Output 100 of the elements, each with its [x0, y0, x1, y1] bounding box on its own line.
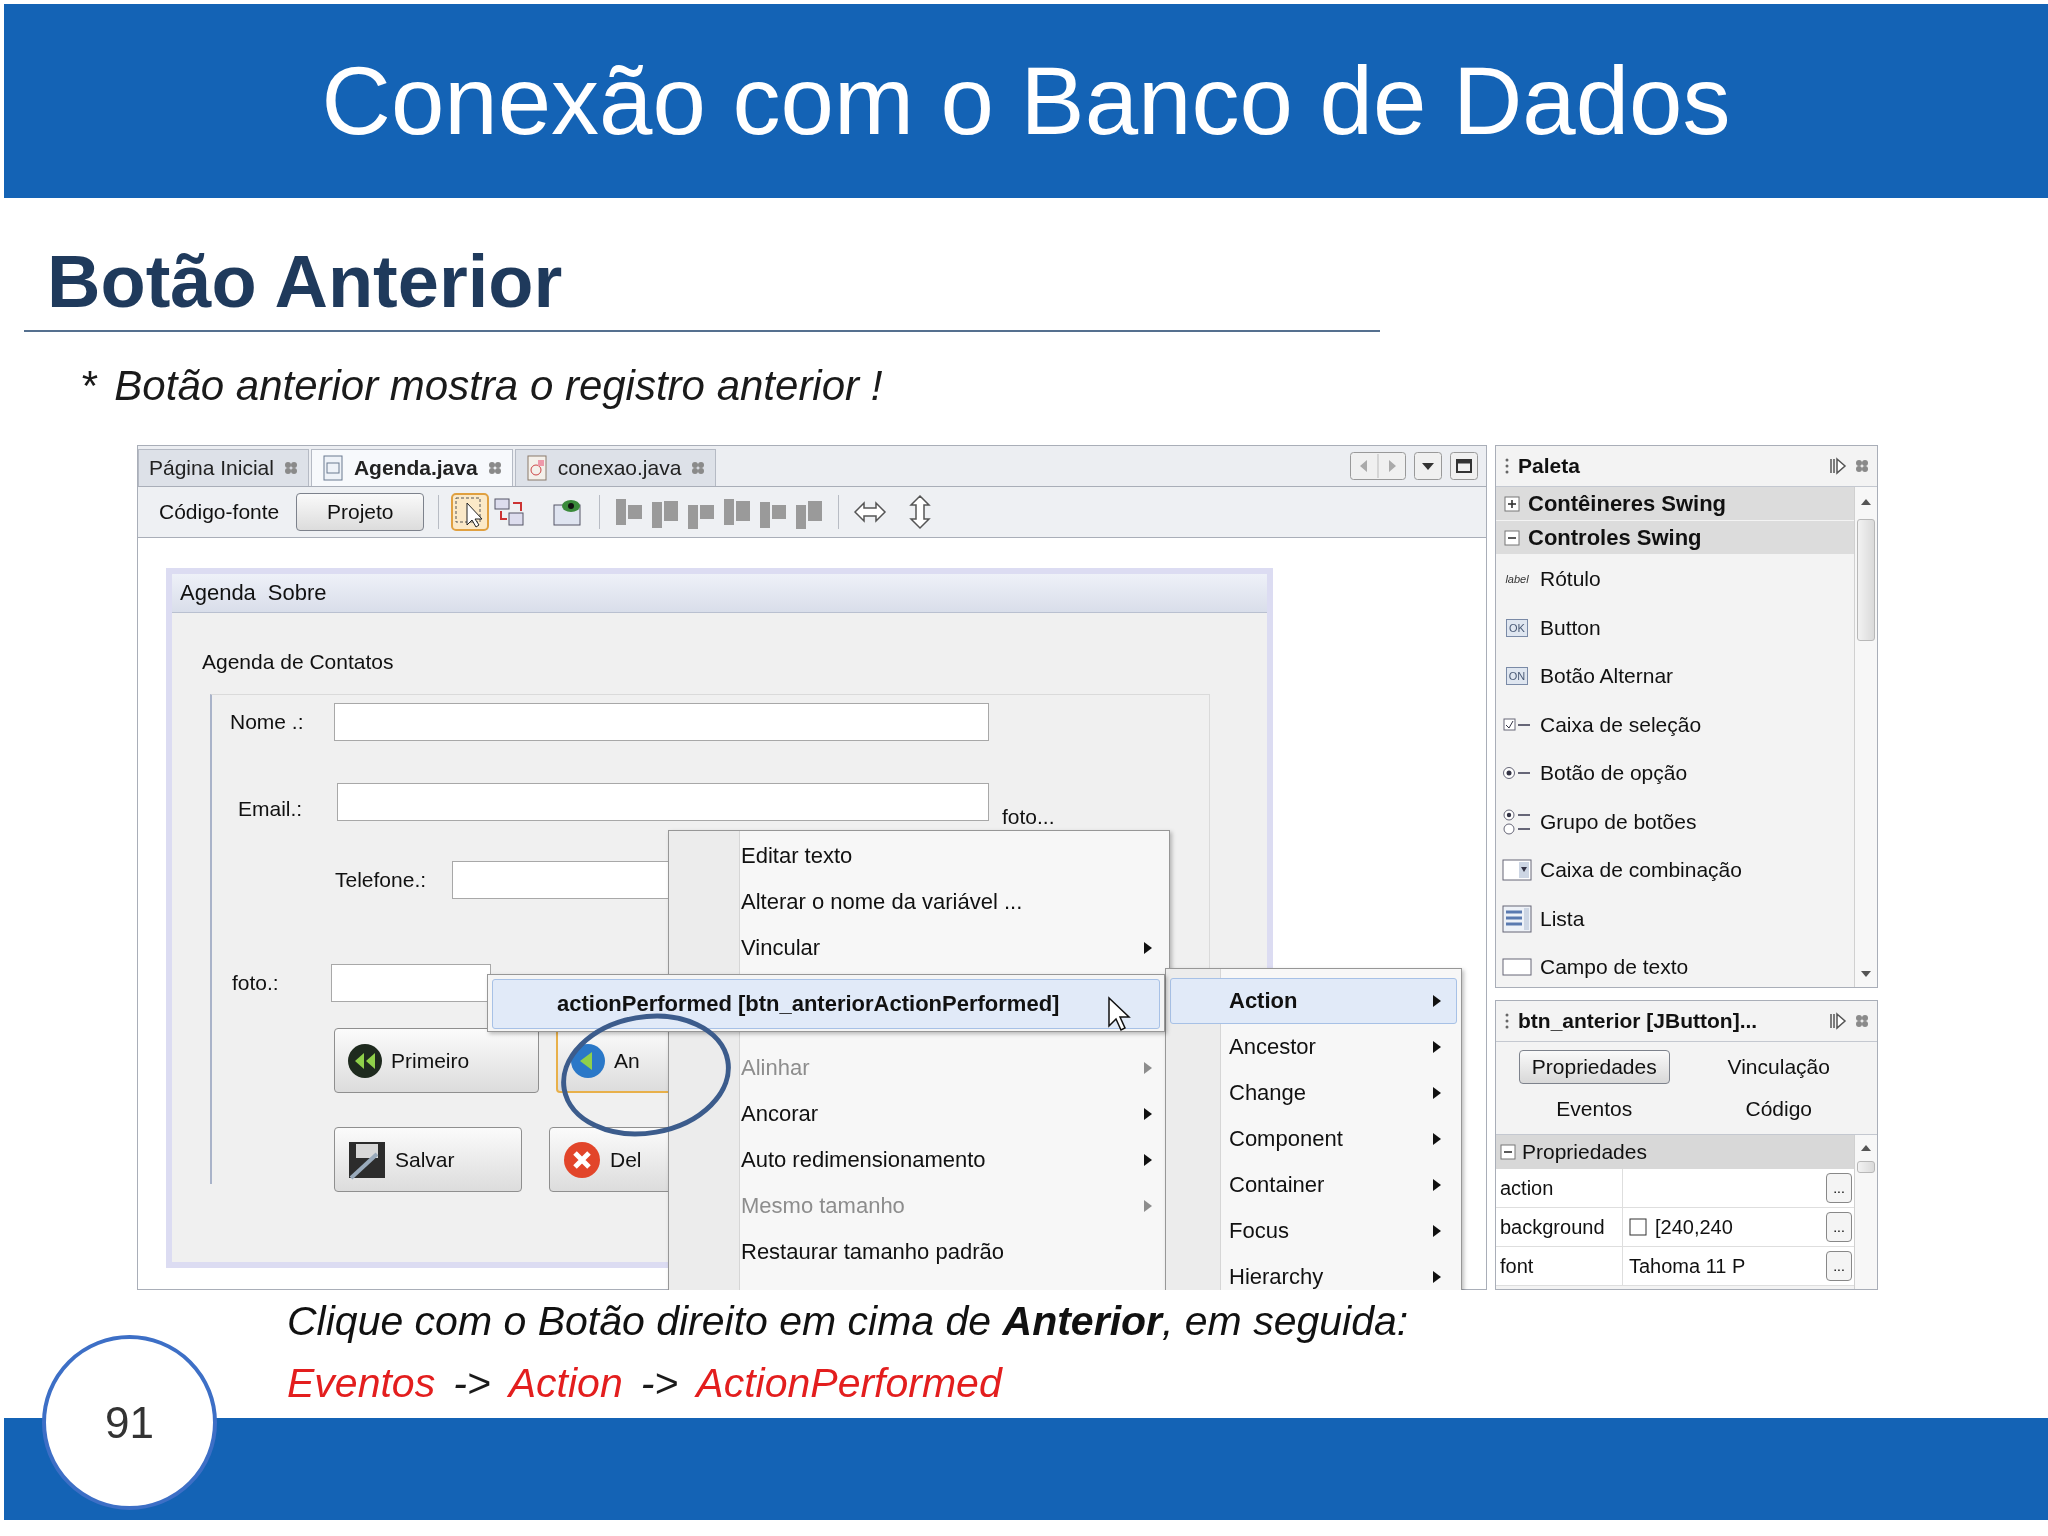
form-button[interactable]: Salvar: [334, 1127, 522, 1192]
menu-item[interactable]: Hierarchy: [1170, 1254, 1457, 1290]
vertical-resize-icon[interactable]: [907, 494, 934, 530]
field-label: Telefone.:: [335, 868, 428, 892]
palette-item[interactable]: Campo de texto: [1496, 943, 1854, 992]
combo-box-icon: [1502, 858, 1532, 883]
scroll-up-icon[interactable]: [1860, 497, 1872, 507]
field-label: foto.:: [232, 971, 280, 995]
text-field-icon: [1502, 956, 1532, 979]
properties-tab[interactable]: Código: [1732, 1092, 1826, 1126]
photo-link[interactable]: foto...: [1002, 805, 1055, 829]
type-label: label: [1504, 572, 1530, 588]
property-name: font: [1496, 1247, 1623, 1285]
menu-item[interactable]: Auto redimensionamento: [669, 1137, 1169, 1183]
list-icon: [1502, 904, 1532, 933]
input-field[interactable]: [334, 703, 989, 741]
properties-tab[interactable]: Eventos: [1543, 1092, 1646, 1126]
menu-item[interactable]: Agenda: [180, 580, 256, 606]
category-label: Contêineres Swing: [1528, 490, 1727, 517]
palette-item[interactable]: ON Botão Alternar: [1496, 652, 1854, 701]
palette-item[interactable]: OK Button: [1496, 603, 1854, 652]
delete-icon: [562, 1139, 602, 1180]
caption-text: Clique com o Botão direito em cima de Anterior, em seguida:: [287, 1297, 1409, 1345]
menu-item[interactable]: Change: [1170, 1070, 1457, 1116]
collapse-icon[interactable]: [1500, 1144, 1516, 1160]
dropdown-icon[interactable]: [1414, 452, 1442, 480]
editor-tab[interactable]: conexao.java: [514, 449, 717, 486]
bullet-mark: *: [80, 362, 97, 410]
close-icon[interactable]: [691, 461, 706, 475]
scroll-tabs-icon[interactable]: [1350, 452, 1406, 480]
expand-icon[interactable]: [1504, 495, 1520, 512]
form-button[interactable]: Primeiro: [334, 1028, 539, 1093]
scrollbar-thumb[interactable]: [1857, 1161, 1875, 1173]
menu-item[interactable]: Vincular: [669, 925, 1169, 971]
close-icon[interactable]: [283, 461, 298, 475]
submenu-arrow-icon: [1432, 1086, 1442, 1100]
edit-button[interactable]: ...: [1826, 1173, 1852, 1203]
selection-mode-icon[interactable]: [453, 495, 488, 529]
scroll-up-icon[interactable]: [1860, 1143, 1872, 1153]
caption-step: ->: [640, 1359, 679, 1407]
menu-item[interactable]: Alterar o nome da variável ...: [669, 879, 1169, 925]
property-section[interactable]: Propriedades: [1496, 1135, 1854, 1169]
palette-item[interactable]: label Rótulo: [1496, 555, 1854, 604]
scrollbar-thumb[interactable]: [1857, 519, 1875, 641]
menu-item[interactable]: actionPerformed [btn_anteriorActionPerformed]: [492, 979, 1160, 1029]
property-value[interactable]: Tahoma 11 P: [1629, 1254, 1746, 1278]
field-label: Email.:: [238, 797, 304, 821]
close-icon[interactable]: [1855, 1014, 1869, 1028]
edit-button[interactable]: ...: [1826, 1212, 1852, 1242]
category-label: Controles Swing: [1528, 524, 1702, 551]
properties-tab[interactable]: Propriedades: [1518, 1050, 1670, 1084]
view-toggle[interactable]: Projeto: [296, 493, 425, 531]
palette-item[interactable]: Botão de opção: [1496, 749, 1854, 798]
field-label: Nome .:: [230, 710, 305, 734]
caption-step: Eventos: [287, 1359, 436, 1407]
edit-button[interactable]: ...: [1826, 1251, 1852, 1281]
grip-icon: [1504, 456, 1510, 476]
menu-item[interactable]: Sobre: [267, 580, 327, 606]
submenu-arrow-icon: [1432, 1178, 1442, 1192]
palette-item[interactable]: Caixa de seleção: [1496, 700, 1854, 749]
close-icon[interactable]: [487, 461, 502, 475]
submenu-arrow-icon: [1432, 1132, 1442, 1146]
editor-tab[interactable]: Página Inicial: [138, 449, 309, 486]
collapse-icon[interactable]: [1504, 529, 1520, 546]
menu-item[interactable]: Editar texto: [669, 833, 1169, 879]
type-label: ON: [1505, 667, 1529, 686]
close-icon[interactable]: [1855, 459, 1869, 473]
palette-item[interactable]: Grupo de botões: [1496, 797, 1854, 846]
caption-step: ->: [453, 1359, 491, 1407]
slide-heading: Botão Anterior: [47, 239, 563, 324]
panel-title: btn_anterior [JButton]...: [1518, 1009, 1758, 1033]
grip-icon: [1504, 1011, 1510, 1031]
section-label: Propriedades: [1522, 1140, 1647, 1164]
palette-item[interactable]: Lista: [1496, 894, 1854, 943]
scroll-down-icon[interactable]: [1860, 969, 1872, 979]
property-value[interactable]: [240,240: [1655, 1215, 1733, 1239]
input-field[interactable]: [337, 783, 989, 821]
rewind-icon: [347, 1042, 383, 1079]
input-field[interactable]: [331, 964, 491, 1002]
menu-item[interactable]: Focus: [1170, 1208, 1457, 1254]
editor-tab[interactable]: Agenda.java: [310, 449, 513, 486]
caption-step: ActionPerformed: [696, 1359, 1002, 1407]
menu-item[interactable]: Container: [1170, 1162, 1457, 1208]
group-title: Agenda de Contatos: [202, 649, 395, 675]
menu-item[interactable]: Action: [1170, 978, 1457, 1024]
maximize-icon[interactable]: [1450, 452, 1478, 480]
menu-item[interactable]: Ancestor: [1170, 1024, 1457, 1070]
submenu-arrow-icon: [1432, 994, 1442, 1008]
palette-item[interactable]: Caixa de combinação: [1496, 846, 1854, 895]
menu-item[interactable]: Component: [1170, 1116, 1457, 1162]
palette-category[interactable]: Controles Swing: [1496, 521, 1854, 554]
form-file-icon: [321, 455, 344, 481]
caption-step: Action: [508, 1359, 623, 1407]
submenu-arrow-icon: [1432, 1224, 1442, 1238]
view-toggle[interactable]: Código-fonte: [148, 493, 291, 531]
menu-item[interactable]: Restaurar tamanho padrão: [669, 1229, 1169, 1275]
properties-tab[interactable]: Vinculação: [1714, 1050, 1843, 1084]
menu-item[interactable]: Ancorar: [669, 1091, 1169, 1137]
palette-category[interactable]: Contêineres Swing: [1496, 487, 1854, 520]
property-name: action: [1496, 1169, 1623, 1207]
